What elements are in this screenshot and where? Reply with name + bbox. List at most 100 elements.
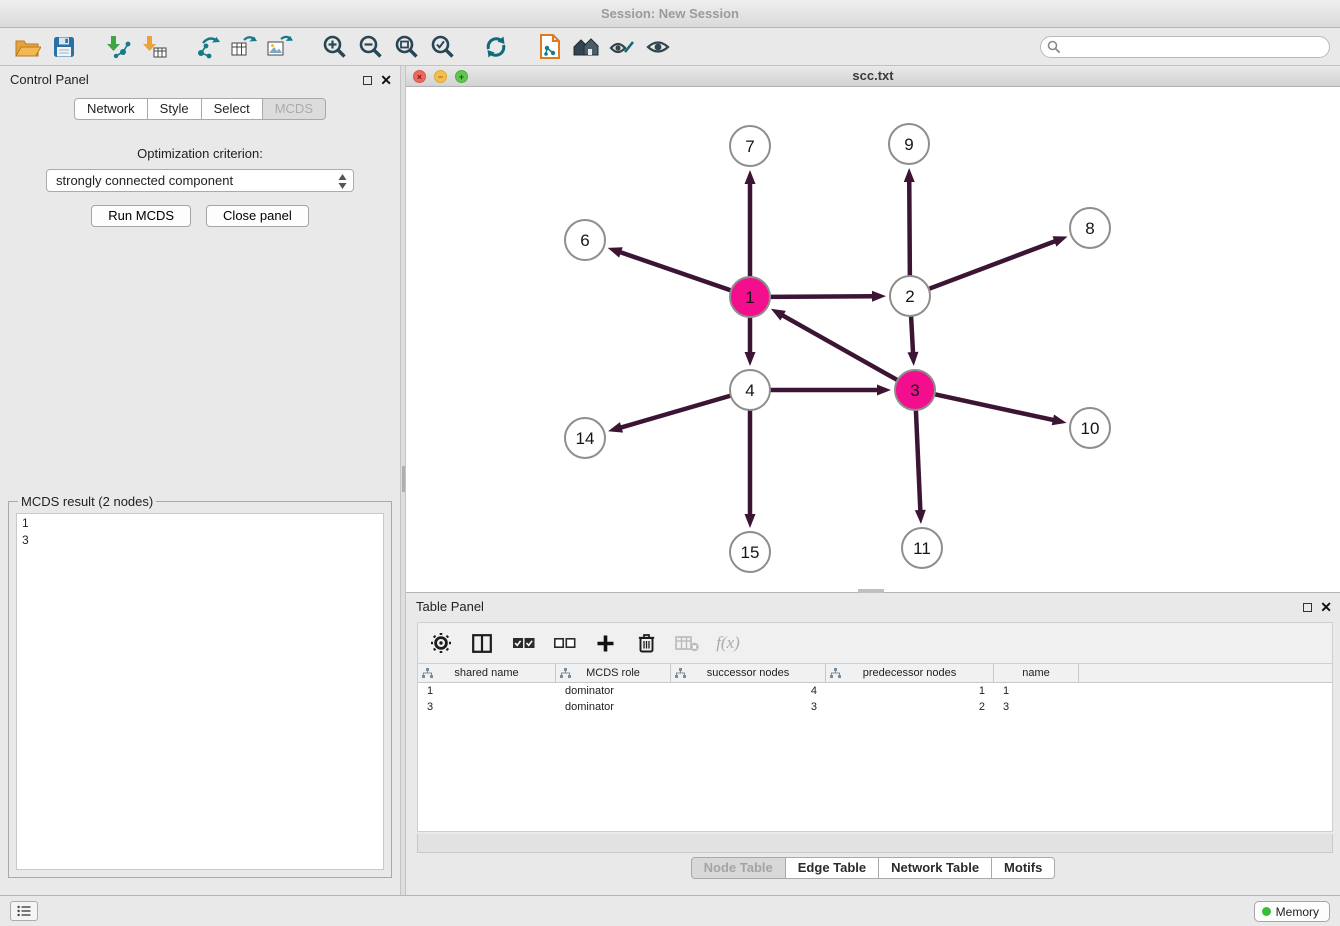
deselect-all-button[interactable] — [551, 629, 577, 657]
graph-node-4[interactable]: 4 — [730, 370, 770, 410]
import-network-button[interactable] — [100, 31, 136, 63]
svg-text:6: 6 — [580, 231, 589, 250]
network-canvas[interactable]: 7 9 6 8 1 2 4 3 14 10 15 11 — [406, 87, 1340, 592]
node-table: shared name MCDS role successor nodes pr… — [417, 663, 1333, 832]
tab-select[interactable]: Select — [202, 98, 263, 120]
network-from-selection-button[interactable] — [532, 31, 568, 63]
graph-node-14[interactable]: 14 — [565, 418, 605, 458]
open-file-button[interactable] — [10, 31, 46, 63]
graph-edge-3-10[interactable] — [936, 394, 1067, 425]
zoom-selected-button[interactable] — [424, 31, 460, 63]
apply-layout-button[interactable] — [478, 31, 514, 63]
tab-network[interactable]: Network — [74, 98, 148, 120]
add-column-button[interactable] — [592, 629, 618, 657]
window-maximize-button[interactable]: + — [455, 70, 468, 83]
search-input[interactable] — [1040, 36, 1330, 58]
cell-name: 1 — [994, 683, 1079, 699]
graph-edge-1-4[interactable] — [745, 318, 756, 366]
mcds-result-list[interactable]: 1 3 — [16, 513, 384, 870]
window-minimize-button[interactable]: − — [434, 70, 447, 83]
delete-column-button[interactable] — [633, 629, 659, 657]
graph-edge-4-14[interactable] — [608, 396, 730, 433]
graph-edge-3-1[interactable] — [771, 309, 897, 380]
svg-text:11: 11 — [913, 539, 931, 558]
task-history-button[interactable] — [10, 901, 38, 921]
graph-edge-2-9[interactable] — [904, 168, 915, 275]
tab-node-table[interactable]: Node Table — [691, 857, 786, 879]
tab-edge-table[interactable]: Edge Table — [786, 857, 879, 879]
graph-edge-4-3[interactable] — [771, 385, 891, 396]
status-bar: Memory — [0, 895, 1340, 926]
hide-graphics-details-button[interactable] — [640, 31, 676, 63]
houses-icon — [572, 36, 600, 58]
svg-text:2: 2 — [905, 287, 914, 306]
column-header-mcds-role[interactable]: MCDS role — [556, 664, 671, 682]
select-all-button[interactable] — [510, 629, 536, 657]
memory-button[interactable]: Memory — [1254, 901, 1330, 922]
zoom-in-button[interactable] — [316, 31, 352, 63]
show-graphics-details-button[interactable] — [604, 31, 640, 63]
graph-node-10[interactable]: 10 — [1070, 408, 1110, 448]
tab-style[interactable]: Style — [148, 98, 202, 120]
table-row[interactable]: 3 dominator 3 2 3 — [418, 699, 1332, 715]
graph-edge-3-11[interactable] — [915, 411, 926, 524]
column-type-icon — [675, 668, 686, 679]
cell-shared-name: 1 — [418, 683, 556, 699]
import-network-icon — [105, 35, 131, 59]
graph-node-6[interactable]: 6 — [565, 220, 605, 260]
app-window: Session: New Session — [0, 0, 1340, 926]
graph-edge-1-6[interactable] — [608, 247, 730, 290]
graph-edge-4-15[interactable] — [745, 411, 756, 528]
column-header-name[interactable]: name — [994, 664, 1079, 682]
network-graph[interactable]: 7 9 6 8 1 2 4 3 14 10 15 11 — [406, 87, 1340, 593]
column-header-shared-name[interactable]: shared name — [418, 664, 556, 682]
table-horizontal-scrollbar[interactable] — [417, 834, 1333, 853]
table-row[interactable]: 1 dominator 4 1 1 — [418, 683, 1332, 699]
column-header-predecessor-nodes[interactable]: predecessor nodes — [826, 664, 994, 682]
clear-table-button[interactable] — [674, 629, 700, 657]
tab-mcds[interactable]: MCDS — [263, 98, 326, 120]
graph-node-3[interactable]: 3 — [895, 370, 935, 410]
table-settings-button[interactable] — [428, 629, 454, 657]
tab-motifs[interactable]: Motifs — [992, 857, 1055, 879]
zoom-fit-button[interactable] — [388, 31, 424, 63]
graph-node-11[interactable]: 11 — [902, 528, 942, 568]
graph-edge-1-2[interactable] — [771, 291, 886, 302]
graph-node-7[interactable]: 7 — [730, 126, 770, 166]
export-network-button[interactable] — [190, 31, 226, 63]
close-panel-button[interactable]: Close panel — [206, 205, 309, 227]
trash-icon — [638, 633, 655, 653]
float-table-panel-icon[interactable] — [1303, 603, 1312, 612]
graph-node-15[interactable]: 15 — [730, 532, 770, 572]
window-close-button[interactable]: × — [413, 70, 426, 83]
graph-node-1[interactable]: 1 — [730, 277, 770, 317]
first-neighbors-button[interactable] — [568, 31, 604, 63]
criterion-select[interactable]: strongly connected component — [46, 169, 354, 192]
graph-node-2[interactable]: 2 — [890, 276, 930, 316]
column-header-successor-nodes[interactable]: successor nodes — [671, 664, 826, 682]
svg-text:10: 10 — [1081, 419, 1100, 438]
export-image-button[interactable] — [262, 31, 298, 63]
graph-node-9[interactable]: 9 — [889, 124, 929, 164]
save-session-button[interactable] — [46, 31, 82, 63]
graph-edge-2-8[interactable] — [930, 236, 1068, 288]
close-panel-icon[interactable]: ✕ — [380, 73, 392, 87]
import-table-button[interactable] — [136, 31, 172, 63]
gear-icon — [431, 633, 451, 653]
graph-edge-1-7[interactable] — [745, 170, 756, 276]
close-table-panel-icon[interactable]: ✕ — [1320, 600, 1332, 614]
run-mcds-button[interactable]: Run MCDS — [91, 205, 191, 227]
main-toolbar — [0, 28, 1340, 66]
show-columns-button[interactable] — [469, 629, 495, 657]
function-builder-button[interactable]: f(x) — [715, 629, 741, 657]
graph-edge-2-3[interactable] — [907, 317, 918, 366]
horizontal-splitter-handle[interactable] — [858, 589, 884, 593]
graph-node-8[interactable]: 8 — [1070, 208, 1110, 248]
svg-text:3: 3 — [910, 381, 919, 400]
export-table-button[interactable] — [226, 31, 262, 63]
tab-network-table[interactable]: Network Table — [879, 857, 992, 879]
list-icon — [17, 905, 31, 917]
zoom-out-button[interactable] — [352, 31, 388, 63]
table-tabs: Node Table Edge Table Network Table Moti… — [406, 857, 1340, 879]
float-panel-icon[interactable] — [363, 76, 372, 85]
